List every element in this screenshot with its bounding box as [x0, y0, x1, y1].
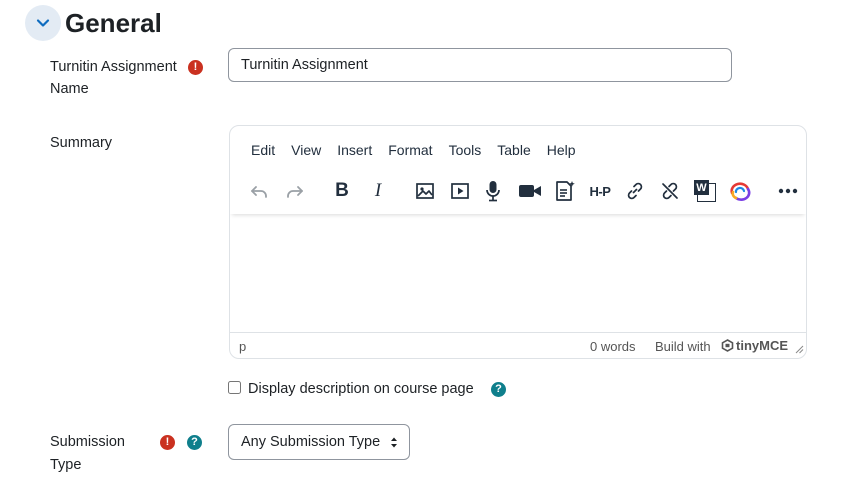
submission-type-label-line2: Type: [50, 457, 82, 473]
select-arrows-icon: [391, 437, 397, 448]
undo-button[interactable]: [244, 174, 274, 208]
word-import-icon: W: [694, 180, 716, 202]
insert-media-button[interactable]: [445, 174, 475, 208]
word-letter: W: [694, 180, 709, 195]
more-icon: [778, 188, 798, 194]
name-label-line1: Turnitin Assignment: [50, 59, 177, 75]
menu-insert[interactable]: Insert: [329, 138, 380, 162]
link-icon: [627, 182, 643, 200]
resize-handle-icon[interactable]: [795, 345, 804, 354]
menu-edit[interactable]: Edit: [243, 138, 283, 162]
insert-image-button[interactable]: [410, 174, 440, 208]
summary-label: Summary: [50, 135, 113, 151]
collapse-section-button[interactable]: [25, 5, 61, 41]
media-icon: [451, 183, 469, 199]
unlink-icon: [662, 182, 678, 200]
tinymce-icon: [721, 339, 734, 352]
submission-type-help-icon[interactable]: ?: [187, 435, 202, 450]
menu-view[interactable]: View: [283, 138, 329, 162]
menu-help[interactable]: Help: [539, 138, 584, 162]
unlink-button[interactable]: [655, 174, 685, 208]
tinymce-logo[interactable]: tinyMCE: [721, 338, 788, 353]
bold-icon: B: [335, 180, 349, 201]
chevron-down-icon: [36, 19, 50, 27]
h5p-button[interactable]: H-P: [585, 174, 615, 208]
bold-button[interactable]: B: [327, 174, 357, 208]
section-title: General: [65, 8, 162, 38]
microphone-icon: [486, 181, 500, 202]
italic-button[interactable]: I: [363, 174, 393, 208]
submission-type-selected: Any Submission Type: [241, 434, 381, 450]
name-label-line2: Name: [50, 81, 89, 97]
element-path[interactable]: p: [239, 339, 246, 354]
video-camera-icon: [519, 185, 541, 197]
editor-content-area[interactable]: [230, 216, 806, 333]
word-count[interactable]: 0 words: [590, 339, 636, 354]
build-with-label: Build with: [655, 339, 711, 354]
assignment-name-input[interactable]: [228, 48, 732, 82]
editor-statusbar: p 0 words Build with tinyMCE: [230, 332, 806, 358]
insert-link-button[interactable]: [620, 174, 650, 208]
tinymce-brand: tinyMCE: [736, 338, 788, 353]
display-description-label[interactable]: Display description on course page: [248, 378, 474, 400]
undo-icon: [251, 186, 267, 198]
content-bank-icon: [556, 181, 575, 201]
required-icon: !: [188, 60, 203, 75]
content-bank-button[interactable]: [550, 174, 580, 208]
italic-icon: I: [374, 180, 382, 201]
image-icon: [416, 183, 434, 199]
plugin-swirl-icon: [730, 182, 751, 201]
h5p-icon: H-P: [589, 183, 611, 199]
menu-format[interactable]: Format: [380, 138, 440, 162]
submission-type-required-icon: !: [160, 435, 175, 450]
record-audio-button[interactable]: [478, 174, 508, 208]
redo-icon: [287, 186, 303, 198]
record-video-button[interactable]: [515, 174, 545, 208]
summary-editor: Edit View Insert Format Tools Table Help…: [229, 125, 807, 359]
word-import-button[interactable]: W: [690, 174, 720, 208]
plugin-swirl-button[interactable]: [725, 174, 755, 208]
redo-button[interactable]: [280, 174, 310, 208]
menu-tools[interactable]: Tools: [441, 138, 490, 162]
more-button[interactable]: [773, 174, 803, 208]
menu-table[interactable]: Table: [489, 138, 538, 162]
editor-menubar: Edit View Insert Format Tools Table Help: [243, 138, 584, 162]
submission-type-select[interactable]: Any Submission Type: [228, 424, 410, 460]
display-description-checkbox[interactable]: [228, 381, 241, 394]
display-description-help-icon[interactable]: ?: [491, 382, 506, 397]
submission-type-label-line1: Submission: [50, 434, 125, 450]
editor-toolbar: B I H-P W: [230, 174, 806, 214]
